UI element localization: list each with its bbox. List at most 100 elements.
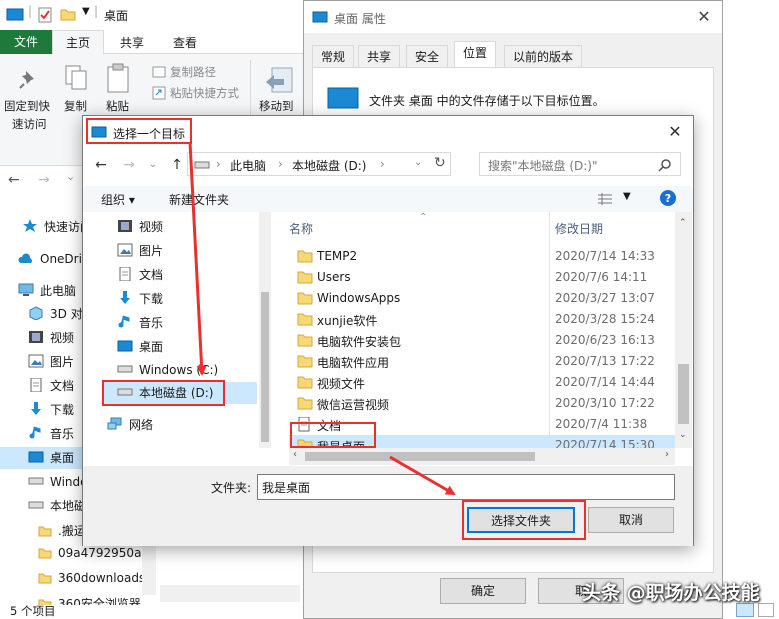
move-to-label[interactable]: 移动到 bbox=[259, 98, 294, 114]
tree-item-documents[interactable]: 文档 bbox=[117, 264, 163, 286]
file-row[interactable]: TEMP2 2020/7/14 14:33 bbox=[289, 246, 675, 267]
file-name: WindowsApps bbox=[317, 291, 401, 305]
paste-icon[interactable] bbox=[106, 62, 130, 94]
list-scrollbar[interactable]: ⌃ ⌄ bbox=[675, 212, 692, 448]
folder-name-field[interactable]: 我是桌面 bbox=[257, 474, 675, 500]
list-item[interactable]: 360downloads bbox=[38, 571, 145, 585]
tree-item-videos[interactable]: 视频 bbox=[117, 216, 163, 238]
nav-item-3d[interactable]: 3D 对 bbox=[28, 303, 83, 325]
tab-share[interactable]: 共享 bbox=[120, 34, 144, 51]
details-view-icon[interactable] bbox=[736, 603, 754, 617]
file-date: 2020/7/6 14:11 bbox=[555, 270, 648, 284]
list-item[interactable]: .搬运 bbox=[38, 522, 86, 539]
nav-item-desktop[interactable]: 桌面 bbox=[0, 447, 90, 469]
recent-dropdown-icon[interactable]: ⌄ bbox=[66, 170, 75, 183]
nav-item-music[interactable]: 音乐 bbox=[28, 423, 74, 445]
organize-button[interactable]: 组织 ▾ bbox=[101, 191, 135, 208]
recent-dropdown-icon[interactable]: ⌄ bbox=[143, 155, 163, 175]
tree-item-desktop[interactable]: 桌面 bbox=[117, 336, 163, 358]
back-icon[interactable]: ← bbox=[91, 155, 111, 175]
list-hscrollbar[interactable]: ‹ › bbox=[289, 448, 675, 465]
file-row[interactable]: 微信运营视频 2020/3/10 17:22 bbox=[289, 393, 675, 414]
address-bar[interactable]: › 此电脑 › 本地磁盘 (D:) › ⌄ ↻ bbox=[187, 152, 451, 176]
breadcrumb-local-d[interactable]: 本地磁盘 (D:) bbox=[292, 157, 366, 174]
quick-access-dropdown-icon[interactable]: ▼ bbox=[82, 6, 90, 17]
file-row[interactable]: 视频文件 2020/7/14 14:44 bbox=[289, 372, 675, 393]
nav-item-windows-c[interactable]: Windo bbox=[28, 471, 88, 493]
up-icon[interactable]: ↑ bbox=[167, 155, 187, 175]
nav-label: 文档 bbox=[50, 379, 75, 393]
explorer-hscrollbar[interactable] bbox=[160, 585, 300, 602]
help-icon[interactable]: ? bbox=[659, 189, 677, 207]
address-dropdown-icon[interactable]: ⌄ bbox=[414, 157, 422, 168]
refresh-icon[interactable]: ↻ bbox=[434, 155, 446, 171]
nav-item-videos[interactable]: 视频 bbox=[28, 327, 74, 349]
tree-scrollbar[interactable] bbox=[259, 212, 271, 448]
tab-previous-versions[interactable]: 以前的版本 bbox=[504, 45, 583, 67]
scroll-down-icon[interactable]: ⌄ bbox=[679, 430, 687, 440]
divider: | bbox=[94, 4, 99, 18]
file-row[interactable]: 电脑软件应用 2020/7/13 17:22 bbox=[289, 351, 675, 372]
copy-icon[interactable] bbox=[64, 64, 88, 92]
desktop-icon bbox=[312, 11, 328, 23]
back-icon[interactable]: ← bbox=[8, 172, 20, 188]
tab-general[interactable]: 常规 bbox=[312, 45, 355, 67]
copy-path-button[interactable]: 复制路径 bbox=[170, 64, 216, 80]
pin-label-line1[interactable]: 固定到快 bbox=[4, 98, 50, 114]
tab-view[interactable]: 查看 bbox=[173, 34, 197, 51]
paste-label[interactable]: 粘贴 bbox=[106, 98, 129, 114]
new-folder-button[interactable]: 新建文件夹 bbox=[169, 191, 229, 208]
tab-home[interactable]: 主页 bbox=[52, 30, 104, 55]
scroll-up-icon[interactable]: ⌃ bbox=[679, 218, 687, 228]
nav-item-this-pc[interactable]: 此电脑 bbox=[18, 280, 76, 302]
tree-item-network[interactable]: 网络 bbox=[107, 414, 153, 436]
view-dropdown-icon[interactable]: ▼ bbox=[623, 191, 631, 202]
cancel-button[interactable]: 取消 bbox=[588, 507, 674, 533]
close-icon[interactable]: ✕ bbox=[665, 122, 685, 142]
scroll-right-icon[interactable]: › bbox=[665, 449, 669, 460]
close-icon[interactable]: ✕ bbox=[694, 7, 714, 27]
view-options-icon[interactable] bbox=[597, 192, 613, 206]
forward-icon[interactable]: → bbox=[38, 172, 50, 188]
nav-item-documents[interactable]: 文档 bbox=[28, 375, 74, 397]
scroll-left-icon[interactable]: ‹ bbox=[293, 449, 297, 460]
copy-label[interactable]: 复制 bbox=[64, 98, 87, 114]
folder-icon bbox=[297, 334, 313, 347]
new-folder-icon[interactable] bbox=[60, 7, 76, 21]
search-input[interactable]: 搜索"本地磁盘 (D:)" bbox=[479, 152, 681, 176]
pin-label-line2[interactable]: 速访问 bbox=[12, 116, 47, 132]
tree-item-downloads[interactable]: 下载 bbox=[117, 288, 163, 310]
large-icons-view-icon[interactable] bbox=[758, 603, 774, 617]
tree-item-pictures[interactable]: 图片 bbox=[117, 240, 163, 262]
column-date[interactable]: 修改日期 bbox=[555, 220, 603, 237]
tree-scroll-thumb[interactable] bbox=[261, 292, 269, 442]
file-row[interactable]: WindowsApps 2020/3/27 13:07 bbox=[289, 288, 675, 309]
tab-sharing[interactable]: 共享 bbox=[358, 45, 401, 67]
file-row[interactable]: 电脑软件安装包 2020/6/23 16:13 bbox=[289, 330, 675, 351]
tab-location[interactable]: 位置 bbox=[454, 41, 497, 68]
tab-file[interactable]: 文件 bbox=[0, 30, 52, 54]
pin-icon[interactable] bbox=[18, 68, 40, 90]
nav-item-local-d[interactable]: 本地磁 bbox=[28, 495, 86, 517]
move-to-icon[interactable] bbox=[264, 66, 294, 96]
tree-item-windows-c[interactable]: Windows (C:) bbox=[117, 359, 218, 381]
list-scroll-thumb[interactable] bbox=[678, 364, 689, 424]
list-item[interactable]: 09a4792950a3 bbox=[38, 546, 149, 560]
nav-item-downloads[interactable]: 下载 bbox=[28, 399, 74, 421]
file-name: Users bbox=[317, 270, 351, 284]
folder-icon bbox=[297, 397, 313, 410]
tab-security[interactable]: 安全 bbox=[406, 45, 449, 67]
file-list: ⌃ 名称 修改日期 TEMP2 2020/7/14 14:33 Users 2020/… bbox=[289, 212, 675, 456]
properties-title: 桌面 属性 bbox=[334, 12, 386, 26]
file-row[interactable]: Users 2020/7/6 14:11 bbox=[289, 267, 675, 288]
tree-item-music[interactable]: 音乐 bbox=[117, 312, 163, 334]
nav-item-pictures[interactable]: 图片 bbox=[28, 351, 74, 373]
properties-check-icon[interactable] bbox=[38, 7, 52, 23]
paste-shortcut-button[interactable]: 粘贴快捷方式 bbox=[170, 85, 239, 101]
file-row[interactable]: xunjie软件 2020/3/28 15:24 bbox=[289, 309, 675, 330]
breadcrumb-this-pc[interactable]: 此电脑 bbox=[230, 157, 266, 174]
list-hscroll-thumb[interactable] bbox=[305, 452, 535, 461]
ok-button[interactable]: 确定 bbox=[440, 578, 526, 604]
column-name[interactable]: 名称 bbox=[289, 220, 313, 237]
forward-icon[interactable]: → bbox=[119, 155, 139, 175]
